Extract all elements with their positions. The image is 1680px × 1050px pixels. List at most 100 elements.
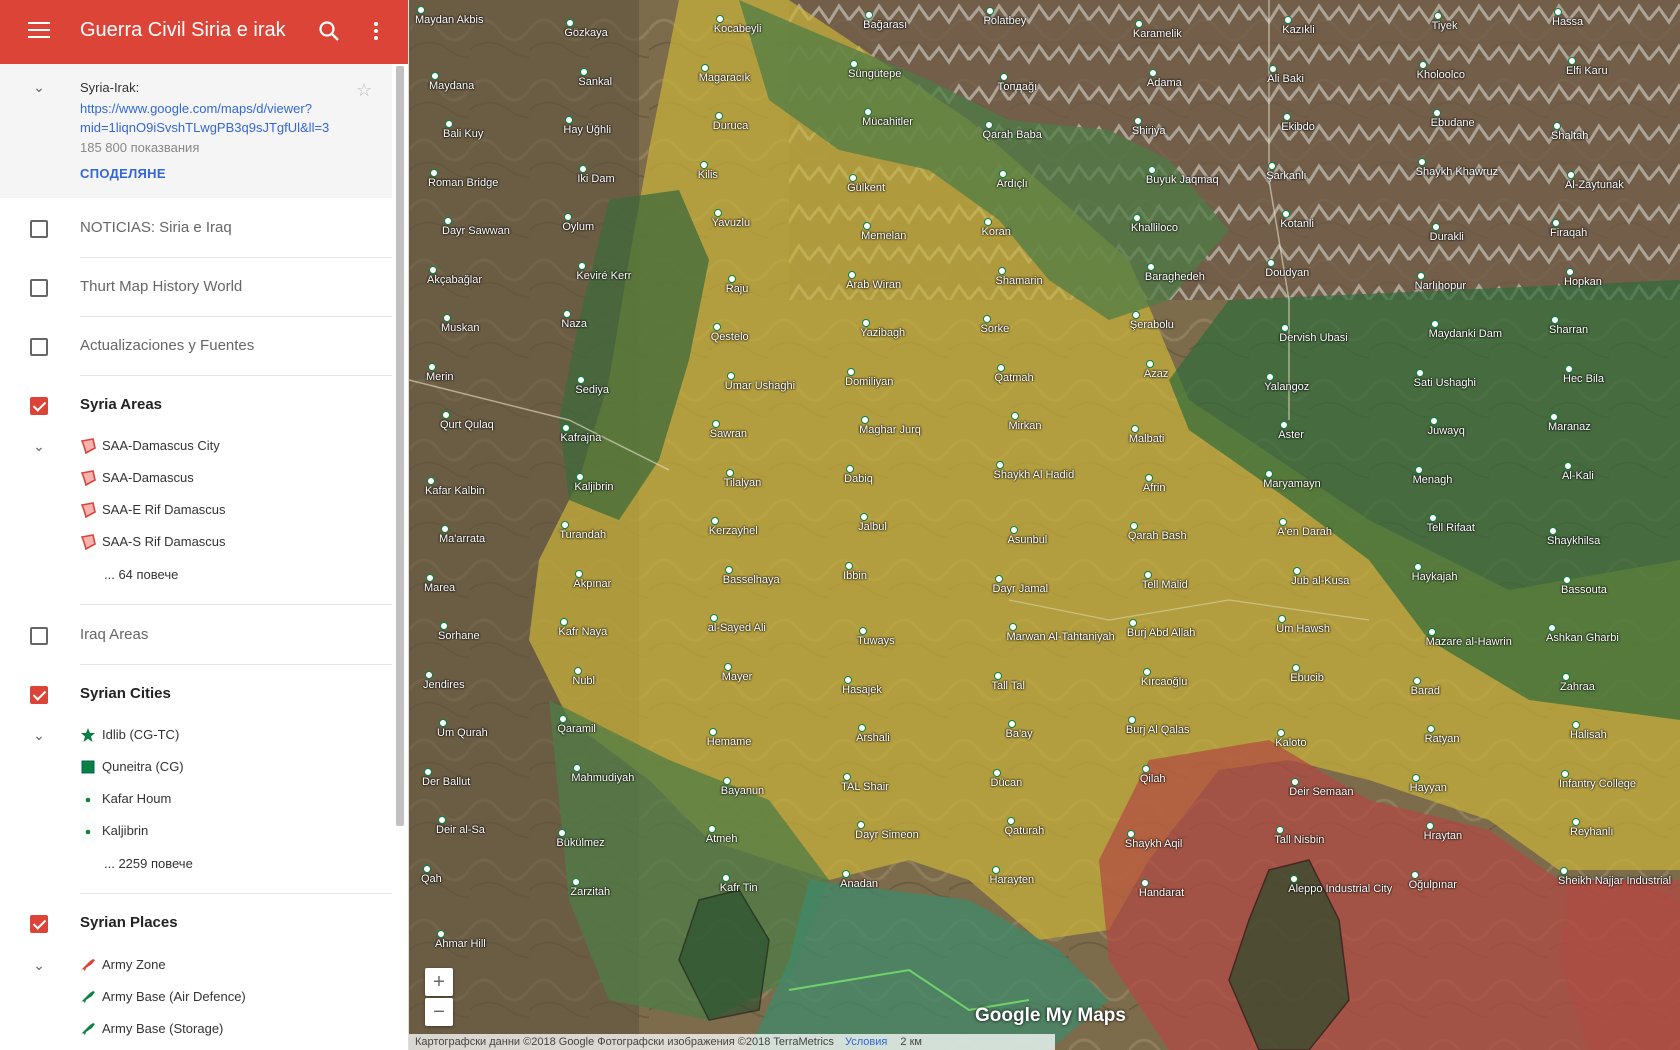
settlement-dot[interactable] [723,662,732,671]
collapse-syrian-cities-chevron-icon[interactable]: ⌄ [32,728,46,742]
settlement-dot[interactable] [711,420,720,429]
settlement-dot[interactable] [712,323,721,332]
settlement-dot[interactable] [843,772,852,781]
settlement-dot[interactable] [1148,68,1157,77]
settlement-dot[interactable] [848,270,857,279]
settlement-dot[interactable] [427,476,435,485]
collapse-syrian-places-chevron-icon[interactable]: ⌄ [32,958,46,972]
settlement-dot[interactable] [1561,769,1569,778]
settlement-dot[interactable] [700,63,709,72]
settlement-dot[interactable] [1432,109,1441,118]
more-items-link[interactable]: ... 2259 повече [104,856,193,871]
settlement-dot[interactable] [847,367,856,376]
settlement-dot[interactable] [713,209,722,218]
settlement-dot[interactable] [1431,223,1440,232]
settlement-dot[interactable] [714,112,723,121]
settlement-dot[interactable] [999,72,1008,81]
settlement-dot[interactable] [1564,461,1572,470]
settlement-dot[interactable] [850,59,859,68]
settlement-dot[interactable] [1414,465,1423,474]
settlement-dot[interactable] [846,464,855,473]
settlement-dot[interactable] [1412,676,1421,685]
settlement-dot[interactable] [445,120,453,129]
settlement-dot[interactable] [1567,170,1575,179]
settlement-dot[interactable] [1563,575,1571,584]
settlement-dot[interactable] [1427,628,1436,637]
settlement-dot[interactable] [983,218,992,227]
settlement-dot[interactable] [579,164,588,173]
settlement-dot[interactable] [991,865,1000,874]
settlement-dot[interactable] [727,274,736,283]
settlement-dot[interactable] [425,670,433,679]
settlement-dot[interactable] [1010,412,1019,421]
settlement-dot[interactable] [721,873,730,882]
settlement-dot[interactable] [992,768,1001,777]
more-items-link[interactable]: ... 64 повече [104,567,178,582]
settlement-dot[interactable] [1008,623,1017,632]
settlement-dot[interactable] [1140,878,1149,887]
settlement-dot[interactable] [1132,214,1141,223]
settlement-dot[interactable] [1433,12,1442,20]
settlement-dot[interactable] [1415,368,1424,377]
settlement-dot[interactable] [997,266,1006,275]
search-icon[interactable] [318,20,340,42]
layer-checkbox-syrian-cities[interactable] [30,686,48,704]
settlement-dot[interactable] [725,468,734,477]
map-url-link[interactable]: https://www.google.com/maps/d/viewer? mid… [80,99,342,137]
settlement-dot[interactable] [426,573,434,582]
settlement-dot[interactable] [578,261,587,270]
settlement-dot[interactable] [1147,165,1156,174]
settlement-dot[interactable] [1268,161,1277,170]
settlement-dot[interactable] [844,675,853,684]
settlement-dot[interactable] [1416,271,1425,280]
layer-checkbox-noticias[interactable] [30,220,48,238]
settlement-dot[interactable] [715,15,724,23]
settlement-dot[interactable] [993,671,1002,680]
settlement-dot[interactable] [1560,866,1568,875]
layer-checkbox-actualizaciones[interactable] [30,338,48,356]
settlement-dot[interactable] [430,168,438,177]
settlement-dot[interactable] [1410,870,1419,879]
settlement-dot[interactable] [1134,20,1143,28]
zoom-out-button[interactable]: − [425,998,453,1026]
settlement-dot[interactable] [1429,417,1438,426]
settlement-dot[interactable] [1411,773,1420,782]
layer-checkbox-thurt[interactable] [30,279,48,297]
settlement-dot[interactable] [1417,157,1426,166]
settlement-dot[interactable] [1566,267,1574,276]
settlement-dot[interactable] [1146,262,1155,271]
settlement-dot[interactable] [995,460,1004,469]
settlement-dot[interactable] [1266,372,1275,381]
settlement-dot[interactable] [417,6,425,14]
settlement-dot[interactable] [1430,320,1439,329]
settlement-dot[interactable] [1554,8,1562,16]
settlement-dot[interactable] [985,7,994,15]
settlement-dot[interactable] [982,315,991,324]
settlement-dot[interactable] [424,767,432,776]
settlement-dot[interactable] [726,371,735,380]
settlement-dot[interactable] [1269,64,1278,73]
terms-link[interactable]: Условия [845,1036,887,1048]
layer-checkbox-syrian-places[interactable] [30,915,48,933]
settlement-dot[interactable] [1133,117,1142,126]
settlement-dot[interactable] [722,776,731,785]
settlement-dot[interactable] [998,169,1007,178]
settlement-dot[interactable] [429,265,437,274]
hamburger-menu-icon[interactable] [28,22,50,40]
settlement-dot[interactable] [1428,514,1437,523]
settlement-dot[interactable] [1267,258,1276,267]
settlement-dot[interactable] [1565,364,1573,373]
settlement-dot[interactable] [1131,311,1140,320]
settlement-dot[interactable] [1568,56,1576,65]
settlement-dot[interactable] [1141,764,1150,773]
settlement-dot[interactable] [431,71,439,80]
settlement-dot[interactable] [1142,667,1151,676]
more-vert-icon[interactable] [370,20,382,42]
settlement-dot[interactable] [580,67,589,76]
settlement-dot[interactable] [428,362,436,371]
settlement-dot[interactable] [1553,122,1561,131]
settlement-dot[interactable] [1293,566,1302,575]
settlement-dot[interactable] [1007,720,1016,729]
settlement-dot[interactable] [849,173,858,182]
settlement-dot[interactable] [1144,473,1153,482]
